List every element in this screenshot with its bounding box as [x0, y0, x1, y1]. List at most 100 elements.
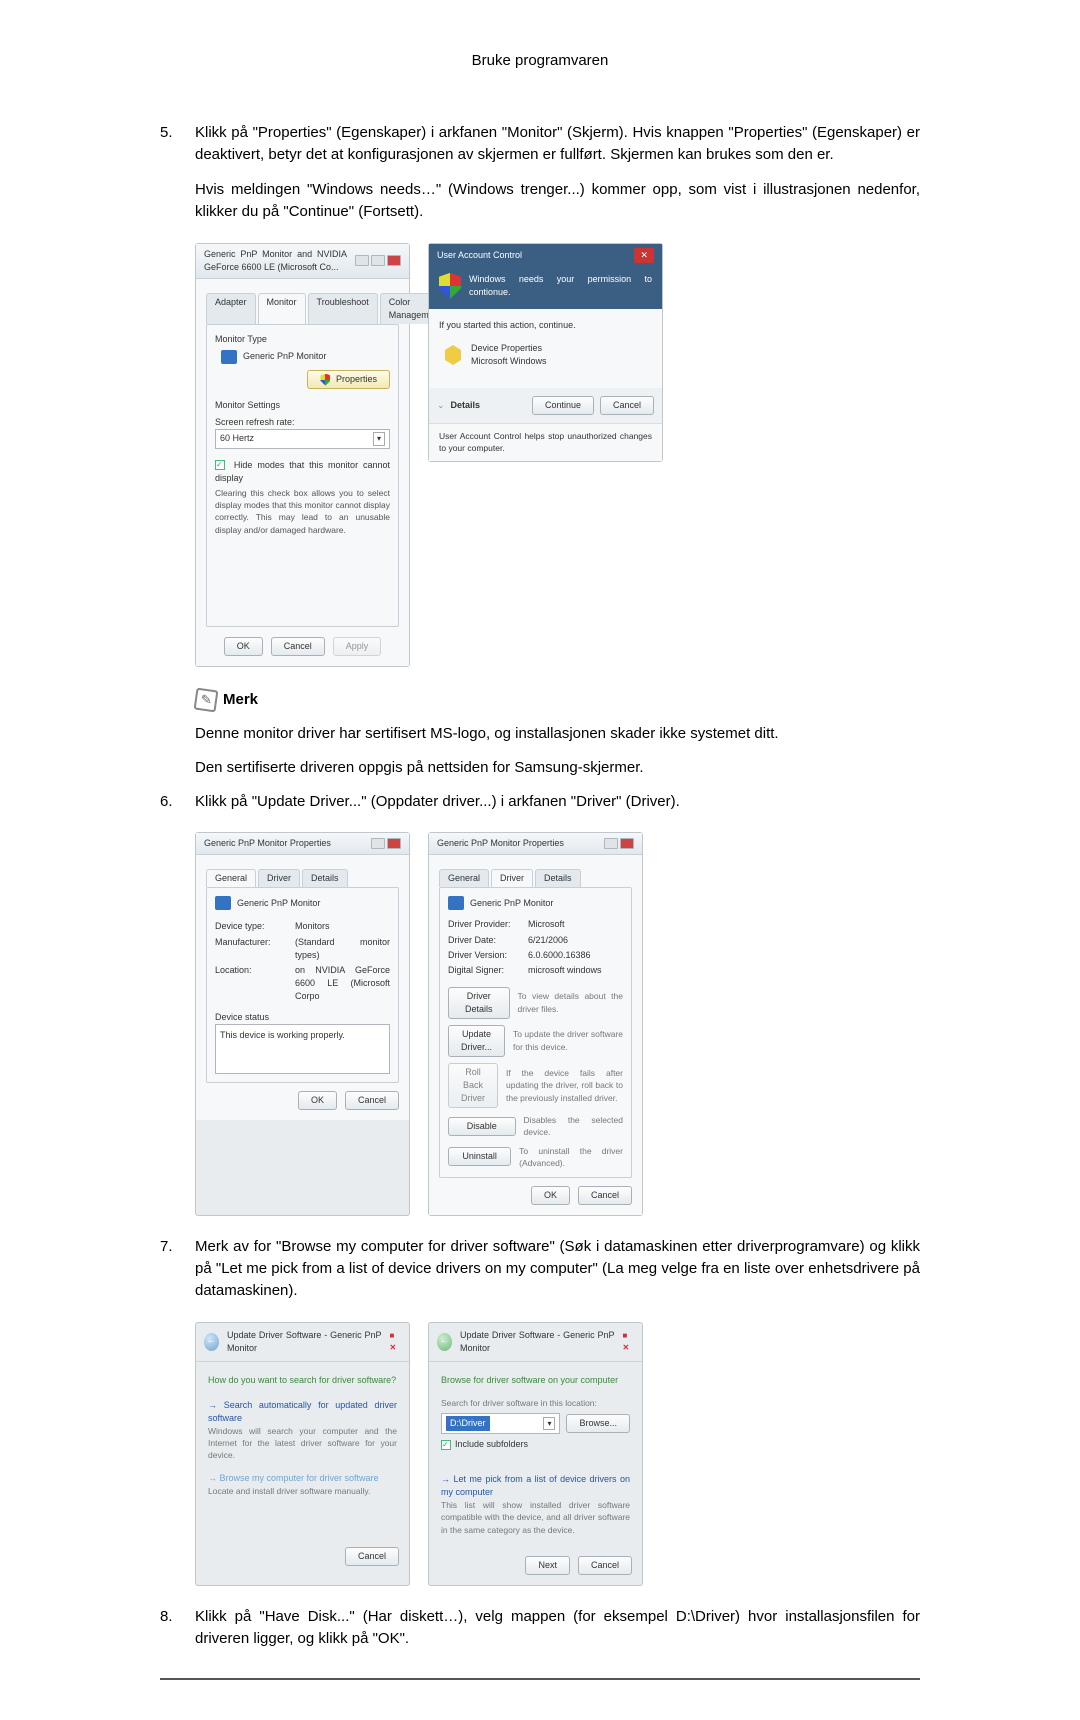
apply-button[interactable]: Apply: [333, 637, 382, 656]
option-browse-computer[interactable]: → Browse my computer for driver software: [208, 1472, 397, 1485]
include-subfolders-label: Include subfolders: [455, 1439, 528, 1449]
cancel-button[interactable]: Cancel: [578, 1186, 632, 1205]
cancel-button[interactable]: Cancel: [345, 1547, 399, 1566]
rollback-driver-button[interactable]: Roll Back Driver: [448, 1063, 498, 1108]
location-label: Location:: [215, 964, 285, 1003]
cancel-button[interactable]: Cancel: [345, 1091, 399, 1110]
monitor-icon: [221, 350, 237, 364]
tab-monitor[interactable]: Monitor: [258, 293, 306, 324]
chevron-down-icon[interactable]: ⌄: [437, 399, 445, 412]
back-icon[interactable]: ←: [437, 1333, 452, 1351]
hide-modes-label: Hide modes that this monitor cannot disp…: [215, 460, 390, 483]
step-5-text: Klikk på "Properties" (Egenskaper) i ark…: [195, 124, 920, 163]
device-status-label: Device status: [215, 1011, 390, 1024]
option-pick-from-list[interactable]: → Let me pick from a list of device driv…: [441, 1473, 630, 1499]
close-icon[interactable]: ✕: [634, 248, 654, 263]
cancel-button[interactable]: Cancel: [600, 396, 654, 415]
manufacturer-value: (Standard monitor types): [295, 936, 390, 962]
wizard-crumb: Update Driver Software - Generic PnP Mon…: [227, 1329, 381, 1355]
disable-button[interactable]: Disable: [448, 1117, 516, 1136]
driver-details-button[interactable]: Driver Details: [448, 987, 510, 1019]
monitor-icon: [448, 896, 464, 910]
note-line-2: Den sertifiserte driveren oppgis på nett…: [195, 757, 920, 779]
browse-button[interactable]: Browse...: [566, 1414, 630, 1433]
uninstall-button[interactable]: Uninstall: [448, 1147, 511, 1166]
step-7-text: Merk av for "Browse my computer for driv…: [195, 1238, 920, 1299]
monitor-properties-window: Generic PnP Monitor and NVIDIA GeForce 6…: [195, 243, 410, 667]
step-8-number: 8.: [160, 1606, 173, 1628]
window-controls[interactable]: [355, 255, 401, 266]
hide-modes-checkbox[interactable]: [215, 460, 225, 470]
step-7: 7. Merk av for "Browse my computer for d…: [160, 1236, 920, 1586]
uac-permission-text: Windows needs your permission to contion…: [469, 273, 652, 299]
note-line-1: Denne monitor driver har sertifisert MS-…: [195, 723, 920, 745]
digital-signer-value: microsoft windows: [528, 964, 602, 977]
device-type-label: Device type:: [215, 920, 285, 933]
note-heading: Merk: [195, 689, 920, 711]
step-6-number: 6.: [160, 791, 173, 813]
ok-button[interactable]: OK: [224, 637, 263, 656]
driver-version-label: Driver Version:: [448, 949, 518, 962]
note-icon: [194, 688, 219, 713]
refresh-rate-label: Screen refresh rate:: [215, 416, 390, 429]
monitor-icon: [215, 896, 231, 910]
shield-icon: [320, 374, 330, 386]
next-button[interactable]: Next: [525, 1556, 570, 1575]
device-type-value: Monitors: [295, 920, 330, 933]
include-subfolders-checkbox[interactable]: [441, 1440, 451, 1450]
uac-details-toggle[interactable]: Details: [451, 399, 481, 412]
ok-button[interactable]: OK: [298, 1091, 337, 1110]
step-6: 6. Klikk på "Update Driver..." (Oppdater…: [160, 791, 920, 1217]
ok-button[interactable]: OK: [531, 1186, 570, 1205]
uac-publisher: Microsoft Windows: [471, 355, 547, 368]
uac-started-text: If you started this action, continue.: [439, 319, 652, 332]
back-icon[interactable]: ←: [204, 1333, 219, 1351]
cancel-button[interactable]: Cancel: [271, 637, 325, 656]
update-driver-desc: To update the driver software for this d…: [513, 1028, 623, 1053]
path-combobox[interactable]: D:\Driver▾: [441, 1413, 560, 1434]
step-7-number: 7.: [160, 1236, 173, 1258]
step-6-text: Klikk på "Update Driver..." (Oppdater dr…: [195, 793, 680, 810]
tab-strip[interactable]: General Driver Details: [206, 869, 399, 887]
cancel-button[interactable]: Cancel: [578, 1556, 632, 1575]
continue-button[interactable]: Continue: [532, 396, 594, 415]
option-pick-desc: This list will show installed driver sof…: [441, 1499, 630, 1536]
tab-details[interactable]: Details: [535, 869, 581, 887]
wizard-question: How do you want to search for driver sof…: [208, 1374, 397, 1387]
option-search-auto[interactable]: → Search automatically for updated drive…: [208, 1399, 397, 1425]
location-value: on NVIDIA GeForce 6600 LE (Microsoft Cor…: [295, 964, 390, 1003]
close-icon[interactable]: ■ ✕: [390, 1330, 402, 1353]
close-icon[interactable]: [387, 838, 401, 849]
tab-troubleshoot[interactable]: Troubleshoot: [308, 293, 378, 324]
driver-date-value: 6/21/2006: [528, 934, 568, 947]
update-driver-button[interactable]: Update Driver...: [448, 1025, 505, 1057]
step-8: 8. Klikk på "Have Disk..." (Har diskett……: [160, 1606, 920, 1650]
window-controls[interactable]: [371, 838, 401, 849]
device-status-box: This device is working properly.: [215, 1024, 390, 1074]
window-controls[interactable]: [604, 838, 634, 849]
tab-adapter[interactable]: Adapter: [206, 293, 256, 324]
tab-driver[interactable]: Driver: [491, 869, 533, 887]
footer-divider: [160, 1678, 920, 1680]
driver-details-desc: To view details about the driver files.: [518, 990, 623, 1015]
tab-general[interactable]: General: [439, 869, 489, 887]
tab-strip[interactable]: General Driver Details: [439, 869, 632, 887]
close-icon[interactable]: [620, 838, 634, 849]
tab-strip[interactable]: Adapter Monitor Troubleshoot Color Manag…: [206, 293, 399, 324]
tab-driver[interactable]: Driver: [258, 869, 300, 887]
monitor-type-label: Monitor Type: [215, 333, 390, 346]
manufacturer-label: Manufacturer:: [215, 936, 285, 962]
monitor-name: Generic PnP Monitor: [243, 350, 326, 363]
driver-props-driver-window: Generic PnP Monitor Properties General D…: [428, 832, 643, 1216]
tab-details[interactable]: Details: [302, 869, 348, 887]
refresh-rate-select[interactable]: 60 Hertz▾: [215, 429, 390, 449]
digital-signer-label: Digital Signer:: [448, 964, 518, 977]
monitor-settings-label: Monitor Settings: [215, 399, 390, 412]
properties-button[interactable]: Properties: [307, 370, 390, 389]
tab-general[interactable]: General: [206, 869, 256, 887]
provider-label: Driver Provider:: [448, 918, 518, 931]
close-icon[interactable]: ■ ✕: [623, 1330, 635, 1353]
driver-props-general-window: Generic PnP Monitor Properties General D…: [195, 832, 410, 1216]
close-icon[interactable]: [387, 255, 401, 266]
rollback-driver-desc: If the device fails after updating the d…: [506, 1067, 623, 1104]
